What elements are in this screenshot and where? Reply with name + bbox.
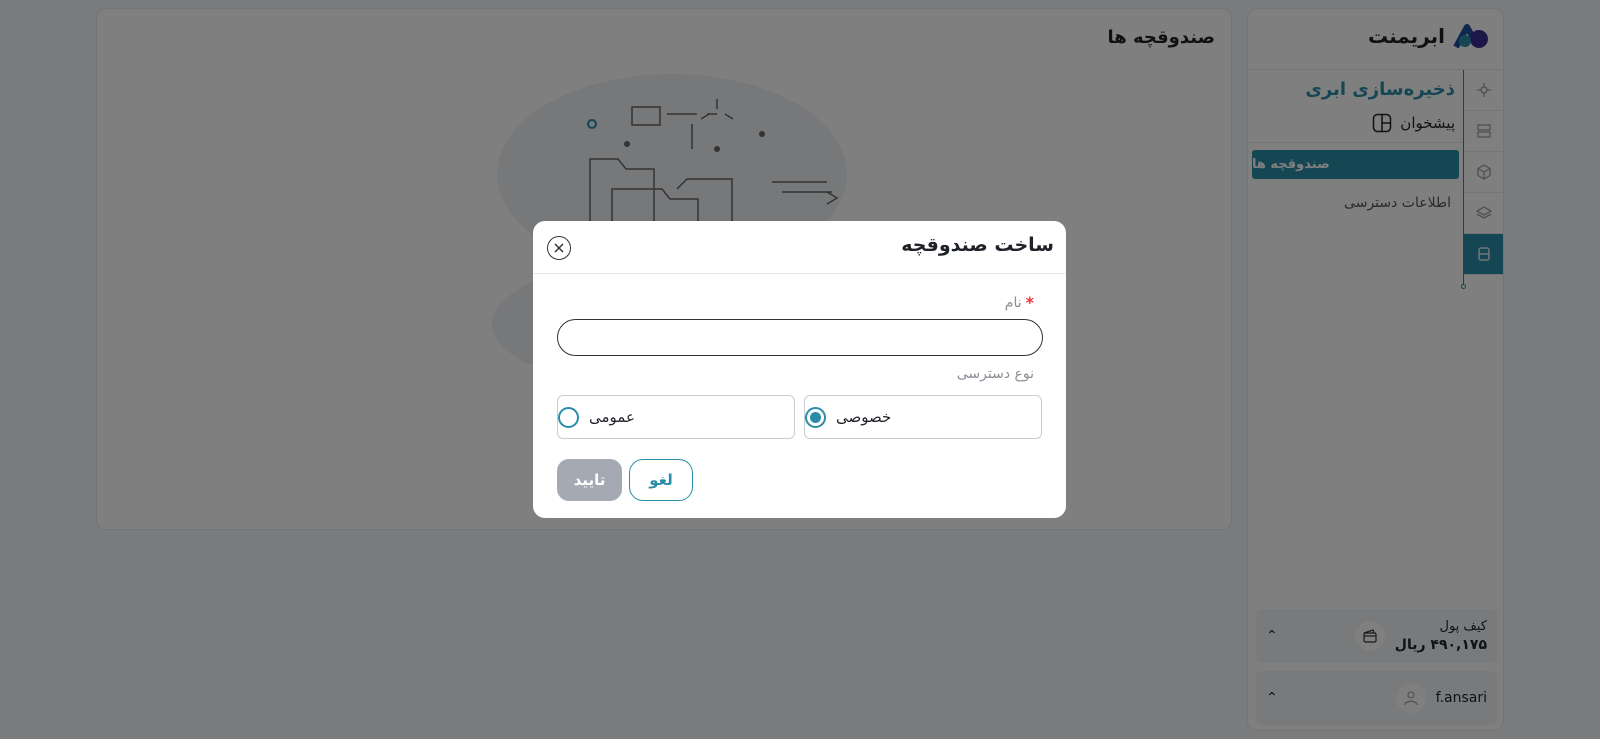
radio-private-label: خصوصی — [836, 408, 892, 426]
radio-checked-icon[interactable] — [805, 406, 826, 428]
dialog-title: ساخت صندوقچه — [901, 234, 1054, 256]
radio-public[interactable]: عمومی — [557, 395, 795, 439]
radio-unchecked-icon[interactable] — [558, 406, 579, 428]
create-box-dialog: ساخت صندوقچه * نام نوع دسترسی خصوصی عموم… — [533, 221, 1066, 518]
access-type-label: نوع دسترسی — [956, 366, 1034, 382]
close-button[interactable] — [547, 236, 571, 260]
required-mark: * — [1025, 293, 1034, 312]
name-label-text: نام — [1004, 294, 1022, 311]
close-icon — [554, 243, 564, 253]
radio-private[interactable]: خصوصی — [804, 395, 1042, 439]
name-label: * نام — [1005, 293, 1034, 312]
confirm-button[interactable]: تایید — [557, 459, 622, 501]
dialog-header: ساخت صندوقچه — [533, 221, 1066, 274]
radio-public-label: عمومی — [589, 408, 635, 426]
name-input[interactable] — [557, 319, 1043, 356]
cancel-button[interactable]: لغو — [629, 459, 693, 501]
